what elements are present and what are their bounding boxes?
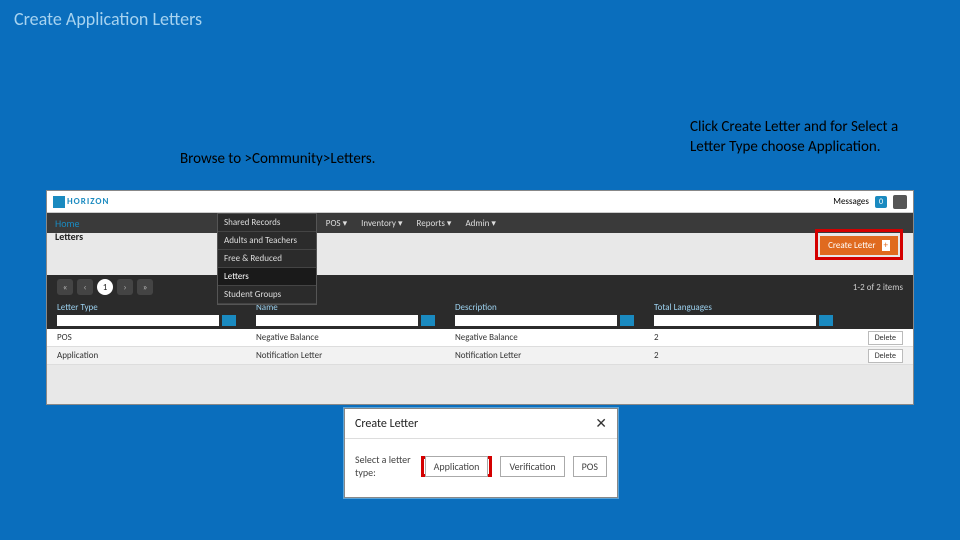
filter-icon[interactable]: [620, 315, 634, 326]
cell-name: Notification Letter: [246, 347, 445, 364]
messages-count: 0: [875, 196, 887, 208]
create-letter-button[interactable]: Create Letter +: [820, 236, 898, 255]
option-application[interactable]: Application: [425, 456, 489, 477]
dropdown-shared-records[interactable]: Shared Records: [218, 214, 316, 232]
filter-input[interactable]: [256, 315, 418, 326]
pager-prev[interactable]: ‹: [77, 279, 93, 295]
dialog-prompt: Select a letter type:: [355, 453, 413, 479]
filter-icon[interactable]: [421, 315, 435, 326]
create-letter-highlight: Create Letter +: [815, 229, 903, 260]
menu-reports[interactable]: Reports ▾: [417, 218, 452, 229]
table-row: POS Negative Balance Negative Balance 2 …: [47, 329, 913, 347]
app-screenshot: HORIZON Messages 0 Community ▾ Menus ▾ P…: [46, 190, 914, 405]
pager: « ‹ 1 › » 1-2 of 2 items: [47, 275, 913, 299]
pager-page-1[interactable]: 1: [97, 279, 113, 295]
cell-langs: 2: [644, 347, 843, 364]
option-application-highlight: Application: [421, 456, 493, 477]
logo-icon: [53, 196, 65, 208]
filter-icon[interactable]: [222, 315, 236, 326]
cell-desc: Notification Letter: [445, 347, 644, 364]
cell-name: Negative Balance: [246, 329, 445, 346]
cell-type: POS: [47, 329, 246, 346]
dropdown-adults-teachers[interactable]: Adults and Teachers: [218, 232, 316, 250]
table-row: Application Notification Letter Notifica…: [47, 347, 913, 365]
community-dropdown: Shared Records Adults and Teachers Free …: [217, 213, 317, 305]
close-icon[interactable]: ✕: [595, 415, 607, 432]
dialog-title: Create Letter: [355, 417, 418, 431]
menu-inventory[interactable]: Inventory ▾: [361, 218, 402, 229]
col-actions: [843, 299, 913, 329]
filter-input[interactable]: [455, 315, 617, 326]
cell-type: Application: [47, 347, 246, 364]
logo-text: HORIZON: [67, 196, 109, 207]
pager-info: 1-2 of 2 items: [853, 282, 903, 293]
logo: HORIZON: [53, 196, 109, 208]
page-title: Letters: [55, 230, 179, 243]
filter-icon[interactable]: [819, 315, 833, 326]
breadcrumb-home[interactable]: Home: [55, 217, 179, 230]
option-pos[interactable]: POS: [573, 456, 607, 477]
pager-first[interactable]: «: [57, 279, 73, 295]
col-description: Description: [445, 299, 644, 329]
create-letter-dialog: Create Letter ✕ Select a letter type: Ap…: [344, 408, 618, 498]
col-total-languages: Total Languages: [644, 299, 843, 329]
filter-input[interactable]: [57, 315, 219, 326]
cell-desc: Negative Balance: [445, 329, 644, 346]
plus-icon: +: [882, 240, 890, 251]
create-letter-label: Create Letter: [828, 240, 875, 251]
menu-pos[interactable]: POS ▾: [326, 218, 347, 229]
breadcrumb: Home Letters: [47, 213, 187, 247]
delete-button[interactable]: Delete: [868, 349, 903, 363]
app-bar: HORIZON Messages 0: [47, 191, 913, 213]
filter-input[interactable]: [654, 315, 816, 326]
messages-label[interactable]: Messages: [833, 196, 869, 207]
dropdown-student-groups[interactable]: Student Groups: [218, 286, 316, 304]
menu-admin[interactable]: Admin ▾: [465, 218, 495, 229]
cell-langs: 2: [644, 329, 843, 346]
gear-icon[interactable]: [893, 195, 907, 209]
dropdown-letters[interactable]: Letters: [218, 268, 316, 286]
pager-last[interactable]: »: [137, 279, 153, 295]
instruction-browse: Browse to >Community>Letters.: [180, 150, 375, 168]
table-header: Letter Type Name Description Total Langu…: [47, 299, 913, 329]
option-verification[interactable]: Verification: [500, 456, 564, 477]
dropdown-free-reduced[interactable]: Free & Reduced: [218, 250, 316, 268]
slide-title: Create Application Letters: [0, 0, 960, 38]
instruction-click: Click Create Letter and for Select a Let…: [690, 118, 930, 157]
pager-next[interactable]: ›: [117, 279, 133, 295]
delete-button[interactable]: Delete: [868, 331, 903, 345]
